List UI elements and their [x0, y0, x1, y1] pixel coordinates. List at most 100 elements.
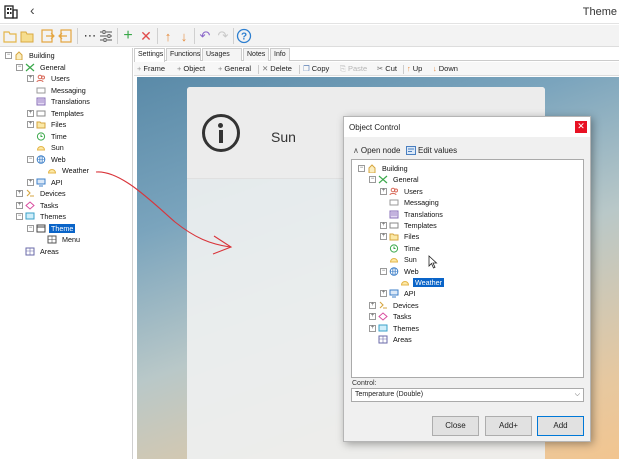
expand-icon[interactable]: + — [369, 313, 376, 321]
edit-values-button[interactable]: Edit values — [406, 146, 457, 155]
tree-node-label: Files — [404, 232, 420, 242]
tree-node[interactable]: + Files — [380, 231, 421, 242]
tree-node[interactable]: − Building — [5, 50, 57, 61]
tree-node[interactable]: Areas — [369, 334, 414, 345]
expand-icon[interactable]: + — [16, 201, 23, 209]
tree-node[interactable]: + Users — [380, 186, 425, 197]
tree-node[interactable]: Time — [27, 131, 69, 142]
add-plus-button[interactable]: Add+ — [485, 416, 532, 436]
collapse-icon[interactable]: − — [16, 63, 23, 71]
tree-node[interactable]: + Templates — [27, 108, 86, 119]
command-separator — [403, 65, 404, 74]
close-button[interactable]: Close — [432, 416, 479, 436]
tree-node[interactable]: − General — [16, 62, 68, 73]
tree-node[interactable]: + Devices — [16, 188, 68, 199]
tree-node[interactable]: Sun — [380, 254, 419, 265]
tree-node[interactable]: + Themes — [369, 323, 421, 334]
expand-icon[interactable]: + — [27, 178, 34, 186]
help-icon[interactable]: ? — [236, 28, 252, 44]
down-button[interactable]: ↓ Down — [433, 64, 458, 73]
general-button[interactable]: + General — [218, 64, 251, 73]
tree-node[interactable]: − Themes — [16, 211, 68, 222]
delete-icon[interactable]: ✕ — [138, 28, 154, 44]
copy-button[interactable]: ❐ Copy — [303, 64, 329, 73]
sun-icon — [389, 258, 399, 263]
export-icon[interactable] — [57, 28, 73, 44]
tree-node[interactable]: + API — [27, 177, 65, 188]
collapse-icon[interactable]: − — [16, 213, 23, 220]
tab-notes[interactable]: Notes — [243, 48, 269, 61]
expand-icon[interactable]: + — [369, 301, 376, 309]
tab-usages-0[interactable]: Usages (0) — [202, 48, 242, 70]
filter-settings-icon[interactable] — [98, 28, 114, 44]
undo-icon[interactable]: ↶ — [197, 28, 213, 44]
collapse-icon[interactable]: − — [358, 165, 365, 172]
tree-node[interactable]: Weather — [38, 165, 91, 176]
back-button[interactable]: ‹ — [30, 2, 35, 18]
tree-node[interactable]: Messaging — [27, 85, 88, 96]
delete-button[interactable]: ✕ Delete — [262, 64, 292, 73]
themes-icon — [378, 324, 388, 332]
tree-node-label: Areas — [40, 246, 59, 256]
tree-node[interactable]: Time — [380, 243, 422, 254]
sun-icon — [36, 146, 46, 151]
tree-node[interactable]: Translations — [380, 209, 445, 220]
tab-settings[interactable]: Settings — [134, 48, 165, 62]
add-button[interactable]: Add — [537, 416, 584, 436]
more-icon[interactable]: ⋯ — [82, 28, 98, 44]
expand-icon[interactable]: + — [380, 290, 387, 298]
tree-node[interactable]: − General — [369, 174, 421, 185]
tree-node-label: API — [51, 177, 63, 187]
collapse-icon[interactable]: − — [27, 155, 34, 163]
control-select[interactable]: Temperature (Double) ⌵ — [351, 388, 584, 402]
expand-icon[interactable]: + — [27, 109, 34, 117]
expand-icon[interactable]: + — [16, 190, 23, 197]
expand-icon[interactable]: + — [380, 233, 387, 241]
tree-node-label: Devices — [393, 300, 419, 310]
tree-node[interactable]: + Files — [27, 119, 68, 130]
tree-node[interactable]: Weather — [391, 277, 445, 288]
folder-icon — [36, 121, 46, 129]
cut-button[interactable]: ✂ Cut — [377, 64, 397, 73]
tree-node[interactable]: − Theme — [27, 223, 76, 234]
expand-icon[interactable]: + — [369, 324, 376, 332]
open-node-button[interactable]: ∧ Open node — [353, 146, 400, 155]
move-down-icon[interactable]: ↓ — [176, 28, 192, 44]
expand-icon[interactable]: + — [380, 187, 387, 195]
tree-node[interactable]: Sun — [27, 142, 66, 153]
frame-button[interactable]: + Frame — [137, 64, 165, 73]
tab-info[interactable]: Info — [270, 48, 290, 61]
tree-node[interactable]: − Web — [380, 266, 421, 277]
object-button[interactable]: + Object — [177, 64, 205, 73]
open-folder-icon[interactable] — [19, 28, 35, 44]
move-up-icon[interactable]: ↑ — [160, 28, 176, 44]
weather-icon — [400, 281, 410, 286]
tree-node[interactable]: Translations — [27, 96, 92, 107]
tree-node[interactable]: + API — [380, 288, 418, 299]
tree-node[interactable]: + Tasks — [16, 200, 60, 211]
collapse-icon[interactable]: − — [27, 224, 34, 232]
tree-node[interactable]: + Users — [27, 73, 72, 84]
up-button[interactable]: ↑ Up — [407, 64, 422, 73]
add-icon[interactable]: + — [120, 27, 136, 44]
collapse-icon[interactable]: − — [380, 267, 387, 275]
tree-node[interactable]: − Building — [358, 163, 410, 174]
themes-icon — [25, 212, 35, 220]
tree-node[interactable]: − Web — [27, 154, 68, 165]
tree-node[interactable]: + Devices — [369, 300, 421, 311]
expand-icon[interactable]: + — [27, 121, 34, 128]
tree-node-label: General — [40, 62, 66, 72]
import-icon[interactable] — [40, 28, 56, 44]
tree-node[interactable]: + Templates — [380, 220, 439, 231]
collapse-icon[interactable]: − — [5, 52, 12, 59]
expand-icon[interactable]: + — [27, 75, 34, 82]
collapse-icon[interactable]: − — [369, 176, 376, 184]
expand-icon[interactable]: + — [380, 222, 387, 229]
tree-node[interactable]: Messaging — [380, 197, 441, 208]
new-folder-icon[interactable] — [2, 28, 18, 44]
tree-node[interactable]: + Tasks — [369, 311, 413, 322]
tree-node[interactable]: Menu — [38, 234, 82, 245]
tree-node[interactable]: Areas — [16, 246, 61, 257]
tab-functions[interactable]: Functions — [166, 48, 201, 61]
dialog-close-icon[interactable]: ✕ — [575, 121, 587, 133]
